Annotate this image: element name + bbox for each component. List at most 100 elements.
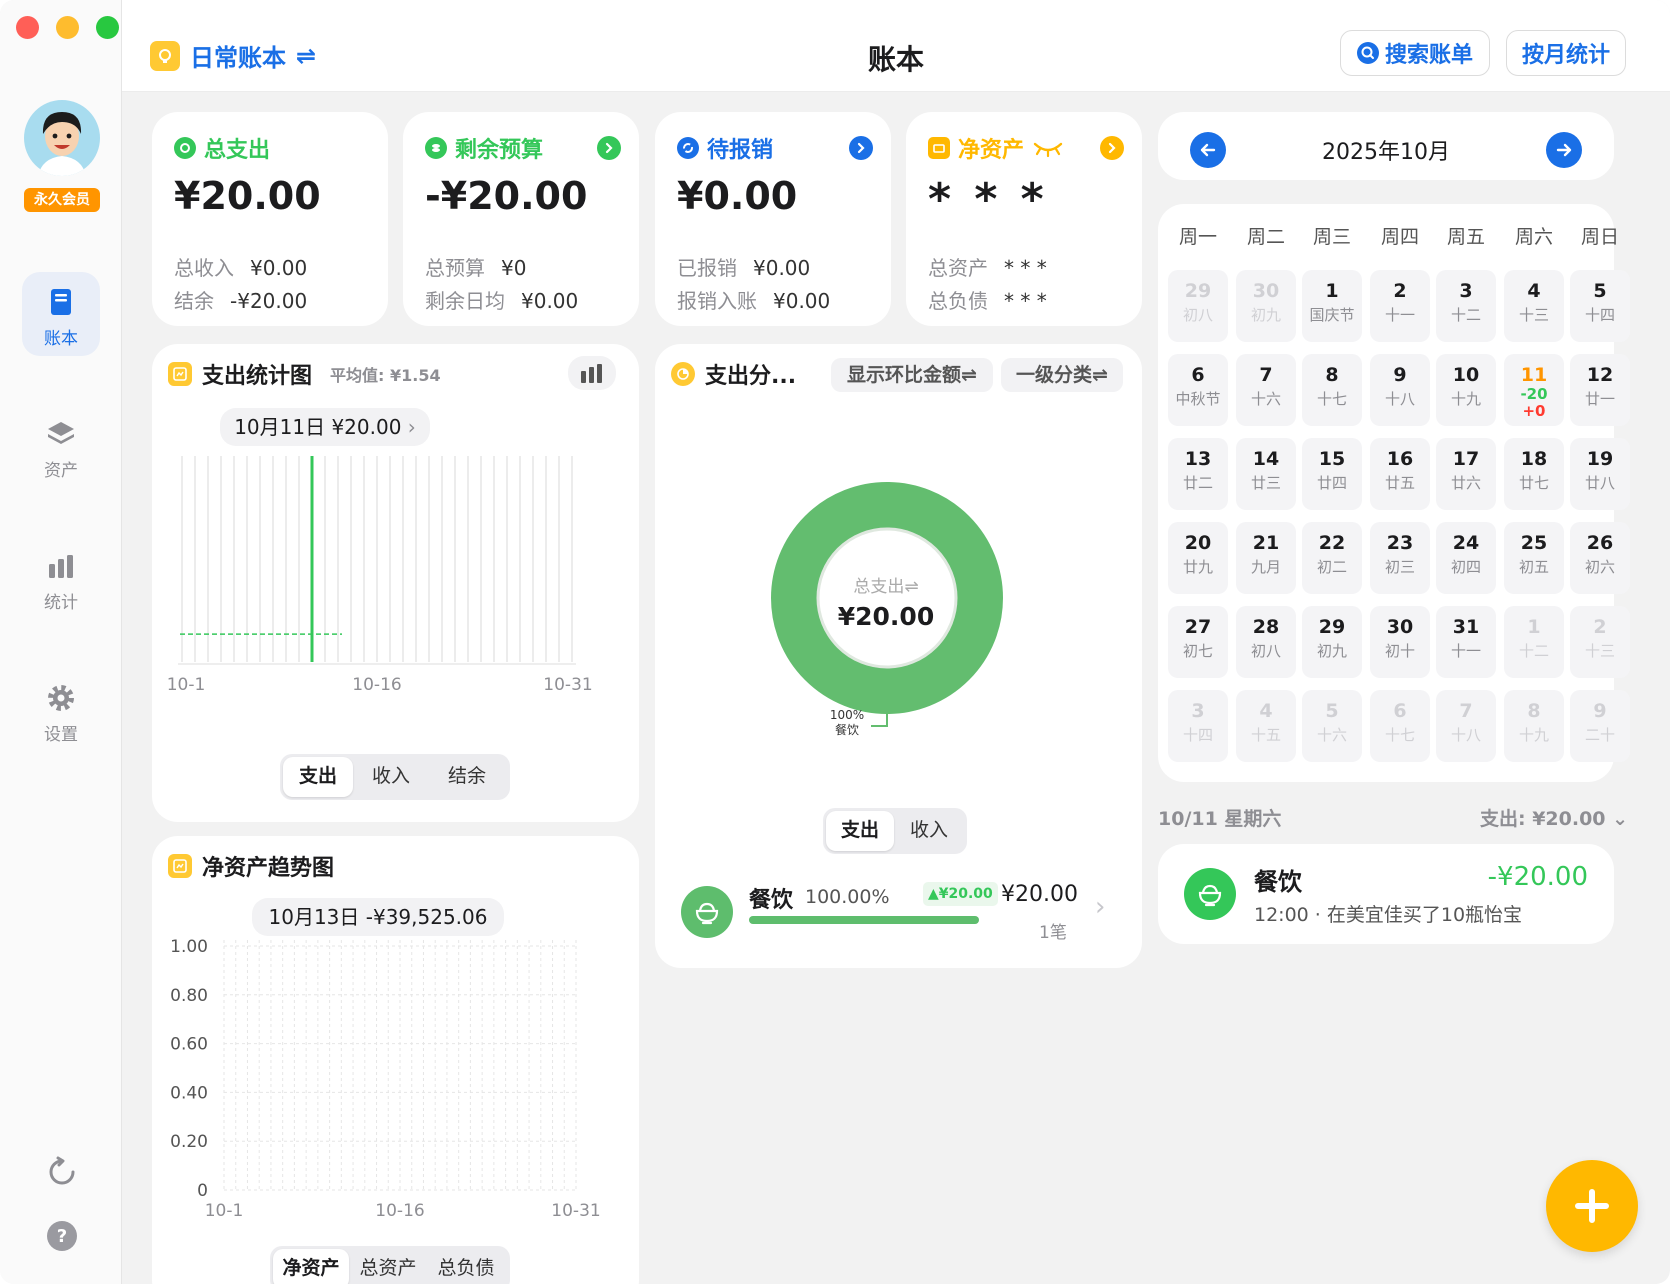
- calendar-day[interactable]: 1 国庆节: [1302, 270, 1362, 342]
- calendar-day[interactable]: 7 十六: [1236, 354, 1296, 426]
- calendar-day[interactable]: 27 初七: [1168, 606, 1228, 678]
- sidebar-item-books[interactable]: 账本: [22, 272, 100, 356]
- calendar-day[interactable]: 8 十九: [1504, 690, 1564, 762]
- card-title: 总支出: [204, 138, 271, 163]
- calendar-day[interactable]: 17 廿六: [1436, 438, 1496, 510]
- pending-reimburse-value: ¥0.00: [677, 174, 798, 218]
- calendar-day[interactable]: 9 二十: [1570, 690, 1630, 762]
- calendar-day[interactable]: 18 廿七: [1504, 438, 1564, 510]
- pending-reimburse-card[interactable]: 待报销 ¥0.00 已报销 ¥0.00 报销入账 ¥0.00: [655, 112, 891, 326]
- calendar-day[interactable]: 19 廿八: [1570, 438, 1630, 510]
- add-record-button[interactable]: [1546, 1160, 1638, 1252]
- calendar-day[interactable]: 25 初五: [1504, 522, 1564, 594]
- chevron-right-icon[interactable]: [1100, 136, 1124, 160]
- calendar-day[interactable]: 7 十八: [1436, 690, 1496, 762]
- calendar-day[interactable]: 12 廿一: [1570, 354, 1630, 426]
- next-month-button[interactable]: [1546, 132, 1582, 168]
- y-tick-label: 0.40: [170, 1083, 208, 1103]
- calendar-day[interactable]: 14 廿三: [1236, 438, 1296, 510]
- calendar-day[interactable]: 4 十五: [1236, 690, 1296, 762]
- calendar-day[interactable]: 8 十七: [1302, 354, 1362, 426]
- remaining-budget-card[interactable]: 剩余预算 -¥20.00 总预算 ¥0 剩余日均 ¥0.00: [403, 112, 639, 326]
- help-icon[interactable]: ?: [46, 1220, 78, 1252]
- expense-bar[interactable]: [310, 456, 314, 662]
- chevron-right-icon[interactable]: [849, 136, 873, 160]
- calendar-day[interactable]: 16 廿五: [1370, 438, 1430, 510]
- daily-remaining-row: 剩余日均 ¥0.00: [425, 285, 578, 314]
- calendar-day[interactable]: 11 -20 +0: [1504, 354, 1564, 426]
- weekday-label: 周三: [1312, 226, 1351, 248]
- calendar-day[interactable]: 4 十三: [1504, 270, 1564, 342]
- day-number: 24: [1452, 532, 1480, 554]
- tab-balance[interactable]: 结余: [429, 757, 505, 797]
- calendar-day[interactable]: 5 十四: [1570, 270, 1630, 342]
- total-expense-card[interactable]: 总支出 ¥20.00 总收入 ¥0.00 结余 -¥20.00: [152, 112, 388, 326]
- calendar-day[interactable]: 29 初九: [1302, 606, 1362, 678]
- calendar-day[interactable]: 26 初六: [1570, 522, 1630, 594]
- calendar-day[interactable]: 6 十七: [1370, 690, 1430, 762]
- calendar-day[interactable]: 10 十九: [1436, 354, 1496, 426]
- day-number: 2: [1593, 616, 1607, 638]
- net-assets-card[interactable]: 净资产 * * * 总资产 * * * 总负债 * * *: [906, 112, 1142, 326]
- lunar-date: 廿六: [1450, 474, 1481, 492]
- lunar-date: 十一: [1384, 306, 1415, 324]
- day-number: 8: [1325, 364, 1339, 386]
- calendar-day[interactable]: 1 十二: [1504, 606, 1564, 678]
- day-number: 26: [1586, 532, 1614, 554]
- lunar-date: 初六: [1584, 558, 1615, 576]
- calendar-day[interactable]: 2 十三: [1570, 606, 1630, 678]
- tab-income[interactable]: 收入: [894, 811, 964, 851]
- calendar-day[interactable]: 6 中秋节: [1168, 354, 1228, 426]
- lunar-date: 廿二: [1182, 474, 1213, 492]
- donut-hole: [816, 527, 958, 669]
- tab-expense[interactable]: 支出: [283, 757, 353, 797]
- sidebar-item-stats[interactable]: 统计: [22, 536, 100, 620]
- transaction-record[interactable]: 餐饮 -¥20.00 12:00 · 在美宜佳买了10瓶怡宝: [1158, 844, 1614, 944]
- tab-expense[interactable]: 支出: [826, 811, 894, 851]
- calendar-day[interactable]: 28 初八: [1236, 606, 1296, 678]
- calendar-day[interactable]: 3 十二: [1436, 270, 1496, 342]
- calendar-day[interactable]: 30 初九: [1236, 270, 1296, 342]
- calendar-day[interactable]: 31 十一: [1436, 606, 1496, 678]
- calendar-day[interactable]: 3 十四: [1168, 690, 1228, 762]
- calendar-day[interactable]: 20 廿九: [1168, 522, 1228, 594]
- calendar-day[interactable]: 24 初四: [1436, 522, 1496, 594]
- calendar-day[interactable]: 23 初三: [1370, 522, 1430, 594]
- avatar[interactable]: [24, 100, 100, 176]
- category-donut-chart[interactable]: [655, 344, 1142, 764]
- sidebar-item-label: 账本: [44, 329, 78, 349]
- sidebar-item-settings[interactable]: 设置: [22, 668, 100, 752]
- calendar-day[interactable]: 13 廿二: [1168, 438, 1228, 510]
- reimbursed-row: 已报销 ¥0.00: [677, 252, 810, 281]
- lunar-date: 十二: [1518, 642, 1549, 660]
- category-item-dining[interactable]: 餐饮 100.00% ▲¥20.00 ¥20.00 1笔 ›: [655, 876, 1142, 952]
- calendar-day[interactable]: 21 九月: [1236, 522, 1296, 594]
- networth-line-chart[interactable]: 1.00 0.80 0.60 0.40 0.20 010-1 10-16 10-31: [152, 836, 639, 1236]
- calendar-day[interactable]: 9 十八: [1370, 354, 1430, 426]
- tab-income[interactable]: 收入: [353, 757, 429, 797]
- calendar-day[interactable]: 30 初十: [1370, 606, 1430, 678]
- sidebar-item-assets[interactable]: 资产: [22, 404, 100, 488]
- calendar-day[interactable]: 22 初二: [1302, 522, 1362, 594]
- calendar-day[interactable]: 5 十六: [1302, 690, 1362, 762]
- calendar-day[interactable]: 15 廿四: [1302, 438, 1362, 510]
- expense-chart-tabs: 支出 收入 结余: [280, 754, 510, 800]
- tab-net-assets[interactable]: 净资产: [273, 1249, 349, 1284]
- monthly-stats-button[interactable]: 按月统计: [1506, 30, 1626, 76]
- zoom-window-button[interactable]: [96, 16, 119, 39]
- donut-center-label[interactable]: 总支出⇌: [817, 572, 955, 597]
- calendar-day[interactable]: 2 十一: [1370, 270, 1430, 342]
- refresh-icon[interactable]: [46, 1156, 78, 1188]
- selected-date: 10/11 星期六: [1158, 808, 1282, 830]
- close-window-button[interactable]: [16, 16, 39, 39]
- search-bills-button[interactable]: 搜索账单: [1340, 30, 1490, 76]
- calendar-day[interactable]: 29 初八: [1168, 270, 1228, 342]
- expense-bar-chart[interactable]: 10-1 10-16 10-31: [152, 344, 639, 764]
- coins-icon: [425, 137, 447, 159]
- minimize-window-button[interactable]: [56, 16, 79, 39]
- tab-total-assets[interactable]: 总资产: [349, 1249, 427, 1284]
- day-expense-total[interactable]: 支出: ¥20.00 ⌄: [1480, 804, 1628, 831]
- eye-closed-icon[interactable]: [1032, 138, 1064, 158]
- tab-total-liabilities[interactable]: 总负债: [427, 1249, 505, 1284]
- chevron-right-icon[interactable]: [597, 136, 621, 160]
